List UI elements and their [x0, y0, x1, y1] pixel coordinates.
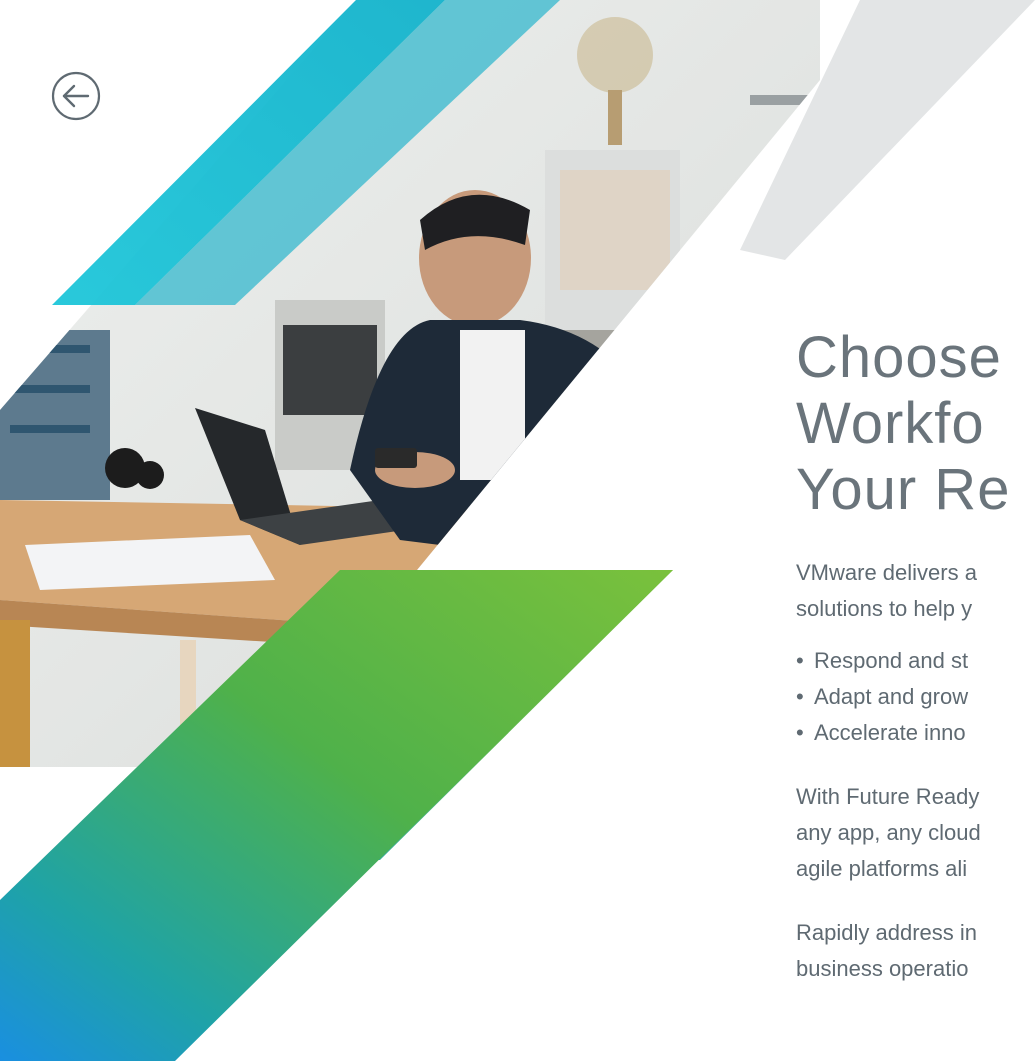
page: Choose Workfo Your Re VMware delivers a …: [0, 0, 1035, 1061]
bullet-dot: •: [796, 648, 804, 673]
headline-line: Choose: [796, 325, 1002, 390]
bullet-text: Respond and st: [814, 648, 969, 673]
bullet-text: Adapt and grow: [814, 684, 969, 709]
bullet-item: • Respond and st: [796, 643, 1035, 679]
content-column: Choose Workfo Your Re VMware delivers a …: [796, 325, 1035, 987]
headline: Choose Workfo Your Re: [796, 325, 1035, 523]
para-line: business operatio: [796, 956, 969, 981]
back-button[interactable]: [51, 71, 101, 121]
bullet-list: • Respond and st • Adapt and grow • Acceler…: [796, 643, 1035, 751]
headline-line: Workfo: [796, 391, 985, 456]
para-line: agile platforms ali: [796, 856, 968, 881]
para-line: With Future Ready: [796, 784, 980, 809]
intro-line: VMware delivers a: [796, 560, 977, 585]
intro-line: solutions to help y: [796, 596, 973, 621]
headline-line: Your Re: [796, 457, 1011, 522]
para-line: Rapidly address in: [796, 920, 977, 945]
bullet-dot: •: [796, 684, 804, 709]
bullet-item: • Adapt and grow: [796, 679, 1035, 715]
rapidly-paragraph: Rapidly address in business operatio: [796, 915, 1035, 987]
future-ready-paragraph: With Future Ready any app, any cloud agi…: [796, 779, 1035, 887]
intro-paragraph: VMware delivers a solutions to help y: [796, 555, 1035, 627]
bullet-item: • Accelerate inno: [796, 715, 1035, 751]
arrow-left-circle-icon: [51, 71, 101, 121]
bullet-dot: •: [796, 720, 804, 745]
para-line: any app, any cloud: [796, 820, 981, 845]
bullet-text: Accelerate inno: [814, 720, 966, 745]
